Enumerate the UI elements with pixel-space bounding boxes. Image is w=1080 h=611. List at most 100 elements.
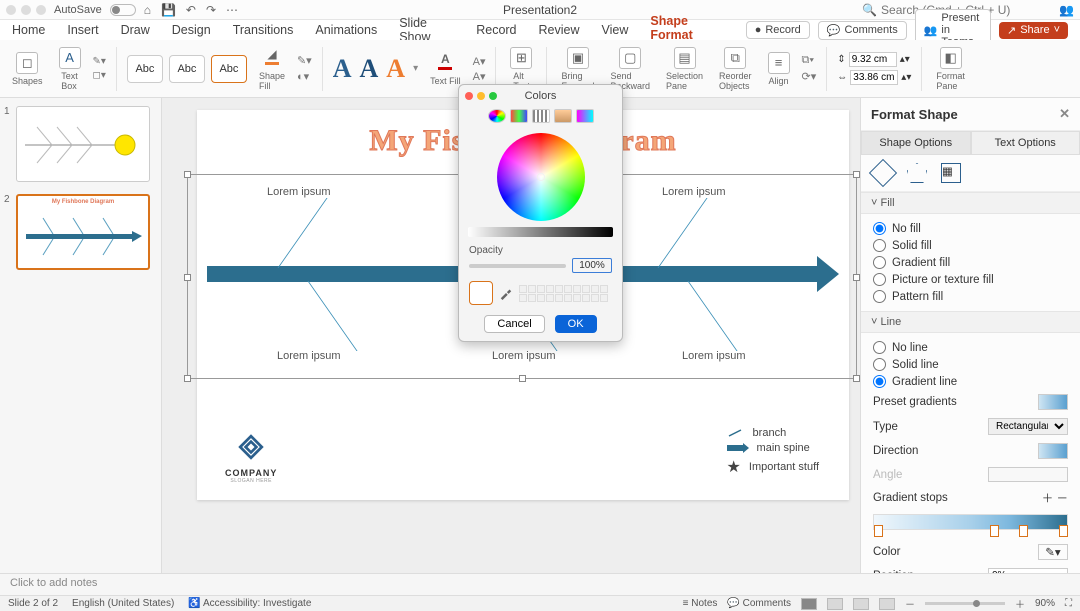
outline-effects[interactable]: ✎▾◐▾ bbox=[297, 54, 312, 83]
radio-solidfill[interactable] bbox=[873, 239, 886, 252]
width-input[interactable] bbox=[850, 70, 898, 85]
cancel-button[interactable]: Cancel bbox=[484, 315, 544, 333]
style-2[interactable]: Abc bbox=[169, 55, 205, 83]
cp-mode-tabs[interactable] bbox=[459, 107, 622, 129]
text-fill-button[interactable]: AText Fill bbox=[426, 52, 465, 86]
shapes-gallery[interactable]: ◻Shapes bbox=[8, 52, 47, 86]
current-color-swatch[interactable] bbox=[469, 281, 493, 305]
slide-counter[interactable]: Slide 2 of 2 bbox=[8, 598, 58, 609]
type-select[interactable]: Rectangular bbox=[988, 418, 1068, 435]
wa-3[interactable]: A bbox=[386, 54, 405, 84]
effects-icon[interactable] bbox=[907, 163, 927, 183]
notes-pane[interactable]: Click to add notes bbox=[0, 573, 1080, 595]
edit-shape-group[interactable]: ✎▾◻▾ bbox=[93, 56, 106, 81]
record-button[interactable]: ● Record bbox=[746, 21, 810, 39]
home-icon[interactable]: ⌂ bbox=[144, 3, 151, 17]
fill-line-icon[interactable] bbox=[869, 159, 897, 187]
recent-colors-grid[interactable] bbox=[519, 285, 608, 302]
view-normal[interactable] bbox=[801, 598, 817, 610]
radio-solidline[interactable] bbox=[873, 358, 886, 371]
radio-nofill[interactable] bbox=[873, 222, 886, 235]
more-icon[interactable]: ⋯ bbox=[226, 3, 238, 17]
tab-view[interactable]: View bbox=[602, 23, 629, 37]
comments-toggle[interactable]: 💬 Comments bbox=[727, 598, 791, 609]
tab-text-options[interactable]: Text Options bbox=[971, 131, 1080, 155]
view-sorter[interactable] bbox=[827, 598, 843, 610]
redo-icon[interactable]: ↷ bbox=[206, 3, 216, 17]
thumb-1[interactable]: 1 bbox=[4, 106, 157, 182]
textbox-button[interactable]: AText Box bbox=[55, 47, 85, 91]
undo-icon[interactable]: ↶ bbox=[186, 3, 196, 17]
wa-2[interactable]: A bbox=[360, 54, 379, 84]
tab-animations[interactable]: Animations bbox=[315, 23, 377, 37]
view-slideshow[interactable] bbox=[879, 598, 895, 610]
height-input[interactable] bbox=[849, 52, 897, 67]
share-button[interactable]: ↗ Share ˅ bbox=[999, 22, 1068, 39]
selection-pane[interactable]: ▤Selection Pane bbox=[662, 47, 707, 91]
close-icon[interactable]: ✕ bbox=[1059, 106, 1070, 122]
line-header[interactable]: ˅ Line bbox=[861, 311, 1080, 333]
ok-button[interactable]: OK bbox=[555, 315, 597, 333]
tab-record[interactable]: Record bbox=[476, 23, 516, 37]
group-rotate[interactable]: ⧉▾⟳▾ bbox=[802, 54, 817, 83]
radio-pattfill[interactable] bbox=[873, 290, 886, 303]
save-icon[interactable]: 💾 bbox=[161, 3, 176, 17]
eyedropper-icon[interactable] bbox=[499, 286, 513, 300]
cp-palettes-tab[interactable] bbox=[532, 109, 550, 123]
accessibility[interactable]: ♿ Accessibility: Investigate bbox=[188, 598, 311, 609]
wordart-styles[interactable]: A A A ▾ bbox=[333, 54, 418, 84]
reorder-objects[interactable]: ⧉Reorder Objects bbox=[715, 47, 756, 91]
position-input[interactable] bbox=[988, 568, 1068, 573]
radio-picfill[interactable] bbox=[873, 273, 886, 286]
direction-btn[interactable] bbox=[1038, 443, 1068, 459]
radio-noline[interactable] bbox=[873, 341, 886, 354]
radio-gradfill[interactable] bbox=[873, 256, 886, 269]
color-picker-btn[interactable]: ✎▾ bbox=[1038, 544, 1068, 560]
tab-shape-options[interactable]: Shape Options bbox=[861, 131, 971, 155]
opacity-input[interactable]: 100% bbox=[572, 258, 612, 273]
add-stop-icon[interactable]: ＋ bbox=[1042, 493, 1054, 505]
tab-draw[interactable]: Draw bbox=[121, 23, 150, 37]
shape-styles[interactable]: Abc Abc Abc bbox=[127, 55, 247, 83]
language[interactable]: English (United States) bbox=[72, 598, 174, 609]
notes-toggle[interactable]: ≡ Notes bbox=[683, 598, 718, 609]
brightness-slider[interactable] bbox=[468, 227, 613, 237]
quick-access[interactable]: ⌂ 💾 ↶ ↷ ⋯ bbox=[144, 3, 238, 17]
tab-transitions[interactable]: Transitions bbox=[233, 23, 294, 37]
cp-wheel-tab[interactable] bbox=[488, 109, 506, 123]
color-wheel[interactable] bbox=[497, 133, 585, 221]
align-button[interactable]: ≡Align bbox=[764, 52, 794, 86]
cp-window-controls[interactable] bbox=[465, 92, 497, 100]
zoom-slider[interactable] bbox=[925, 602, 1005, 605]
shape-fill-button[interactable]: ◢Shape Fill bbox=[255, 47, 289, 91]
tab-design[interactable]: Design bbox=[172, 23, 211, 37]
tab-home[interactable]: Home bbox=[12, 23, 45, 37]
autosave-toggle[interactable] bbox=[110, 4, 136, 16]
fit-icon[interactable]: ⛶ bbox=[1065, 598, 1072, 609]
fp-category-icons[interactable]: ▦ bbox=[861, 155, 1080, 192]
style-3[interactable]: Abc bbox=[211, 55, 247, 83]
wa-1[interactable]: A bbox=[333, 54, 352, 84]
view-reading[interactable] bbox=[853, 598, 869, 610]
tab-insert[interactable]: Insert bbox=[67, 23, 98, 37]
format-pane-button[interactable]: ◧Format Pane bbox=[932, 47, 969, 91]
cp-image-tab[interactable] bbox=[554, 109, 572, 123]
preset-gradients-btn[interactable] bbox=[1038, 394, 1068, 410]
zoom-value[interactable]: 90% bbox=[1035, 598, 1055, 609]
style-1[interactable]: Abc bbox=[127, 55, 163, 83]
window-controls[interactable] bbox=[6, 5, 46, 15]
comments-button[interactable]: 💬 Comments bbox=[818, 21, 907, 40]
gradient-bar[interactable] bbox=[873, 514, 1068, 530]
cp-sliders-tab[interactable] bbox=[510, 109, 528, 123]
tab-review[interactable]: Review bbox=[539, 23, 580, 37]
remove-stop-icon[interactable]: － bbox=[1057, 493, 1069, 505]
radio-gradline[interactable] bbox=[873, 375, 886, 388]
opacity-slider[interactable] bbox=[469, 264, 566, 268]
thumb-2[interactable]: 2 My Fishbone Diagram bbox=[4, 194, 157, 270]
text-outline-effects[interactable]: A▾A▾ bbox=[473, 55, 486, 83]
zoom-out-icon[interactable]: － bbox=[905, 596, 915, 611]
zoom-in-icon[interactable]: ＋ bbox=[1015, 596, 1025, 611]
cp-pencils-tab[interactable] bbox=[576, 109, 594, 123]
fill-header[interactable]: ˅ Fill bbox=[861, 192, 1080, 214]
size-props-icon[interactable]: ▦ bbox=[941, 163, 961, 183]
